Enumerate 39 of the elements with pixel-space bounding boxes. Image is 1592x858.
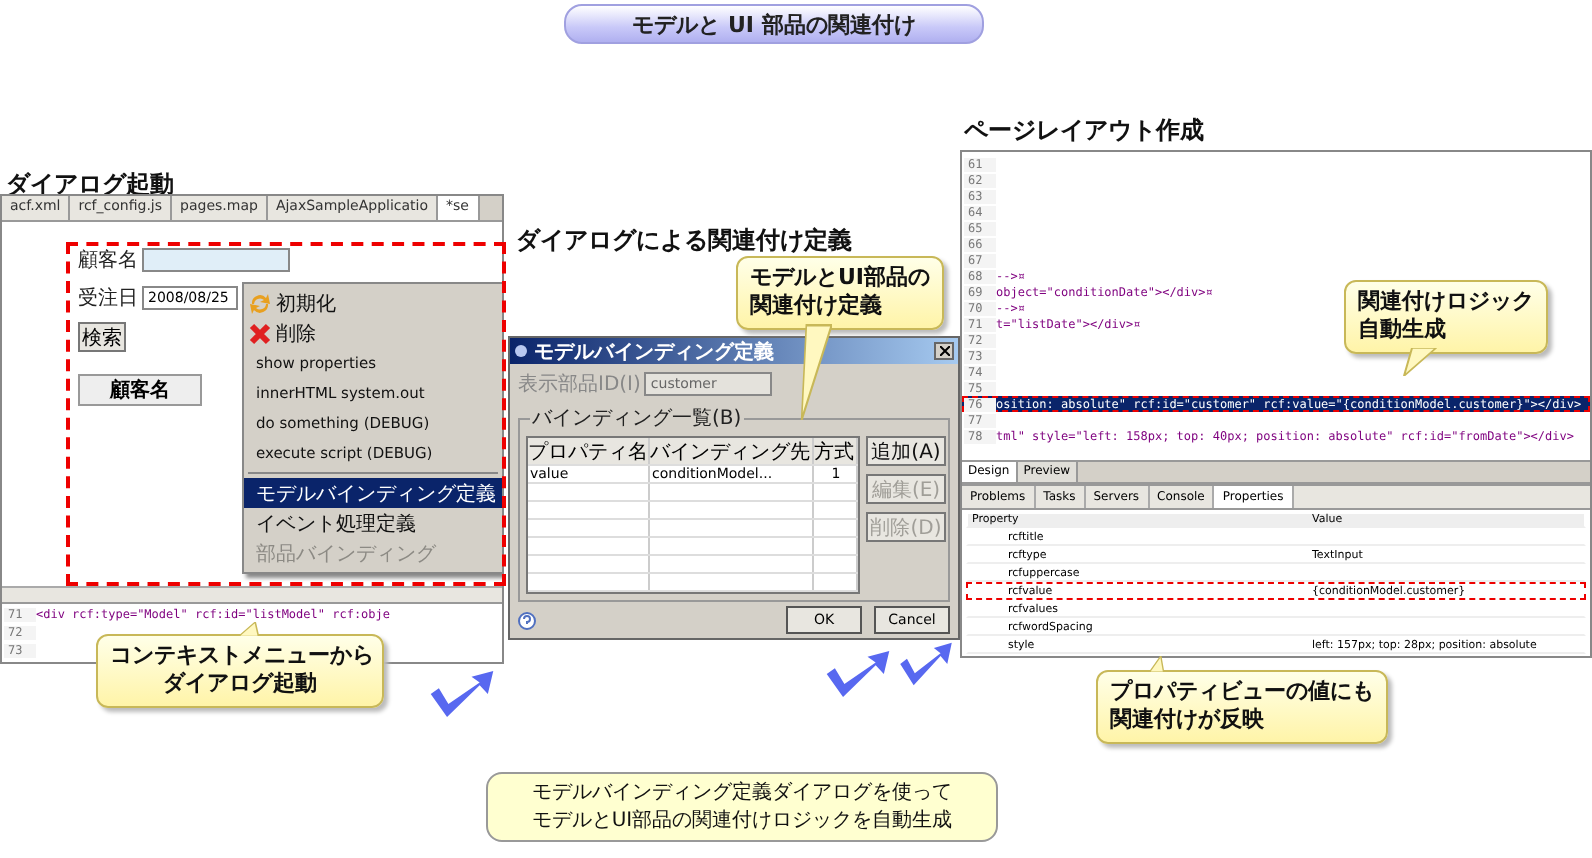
callout-text: 関連付けロジック: [1358, 288, 1534, 317]
field-label: 顧客名: [78, 247, 138, 274]
column-header: バインディング先: [650, 438, 814, 464]
search-button[interactable]: 検索: [78, 322, 126, 352]
summary-text: モデルバインディング定義ダイアログを使って: [532, 780, 952, 807]
summary-text: モデルとUI部品の関連付けロジックを自動生成: [531, 807, 953, 834]
callout-text: コンテキストメニューから: [110, 642, 370, 671]
refresh-icon: [248, 291, 272, 315]
field-label: 受注日: [78, 285, 138, 312]
callout-text: 関連付け定義: [750, 292, 884, 322]
column-header: プロパティ名: [528, 438, 650, 464]
scroll-bar[interactable]: [2, 586, 502, 602]
callout-text: 自動生成: [1358, 316, 1448, 346]
title-banner: モデルと UI 部品の関連付け: [564, 4, 984, 44]
arrow-icon: [824, 648, 892, 700]
help-icon[interactable]: [518, 611, 536, 629]
callout-text: プロパティビューの値にも: [1110, 678, 1374, 707]
arrow-icon: [428, 668, 496, 720]
dialog-button[interactable]: 追加(A): [866, 436, 946, 466]
menu-item[interactable]: モデルバインディング定義: [244, 478, 502, 508]
callout-text: ダイアログ起動: [161, 670, 319, 700]
section-heading: ダイアログによる関連付け定義: [516, 224, 852, 258]
input-field[interactable]: [142, 248, 290, 272]
menu-item[interactable]: イベント処理定義: [244, 508, 502, 538]
table-header: 顧客名: [78, 374, 202, 406]
callout-text: 関連付けが反映: [1110, 706, 1266, 736]
column-header: 方式: [814, 438, 858, 464]
arrow-icon: [898, 640, 954, 688]
delete-icon: [248, 321, 272, 345]
dialog-title: モデルバインディング定義: [534, 338, 774, 365]
close-icon: [939, 346, 949, 356]
app-icon: [514, 344, 528, 358]
group-label: バインディング一覧(B): [530, 404, 744, 432]
menu-item[interactable]: 初期化: [244, 288, 502, 318]
menu-item[interactable]: 削除: [244, 318, 502, 348]
section-heading: ページレイアウト作成: [964, 114, 1204, 148]
field-label: 表示部品ID(I): [518, 371, 641, 398]
close-button[interactable]: [934, 342, 954, 360]
callout-text: モデルとUI部品の: [750, 264, 931, 293]
